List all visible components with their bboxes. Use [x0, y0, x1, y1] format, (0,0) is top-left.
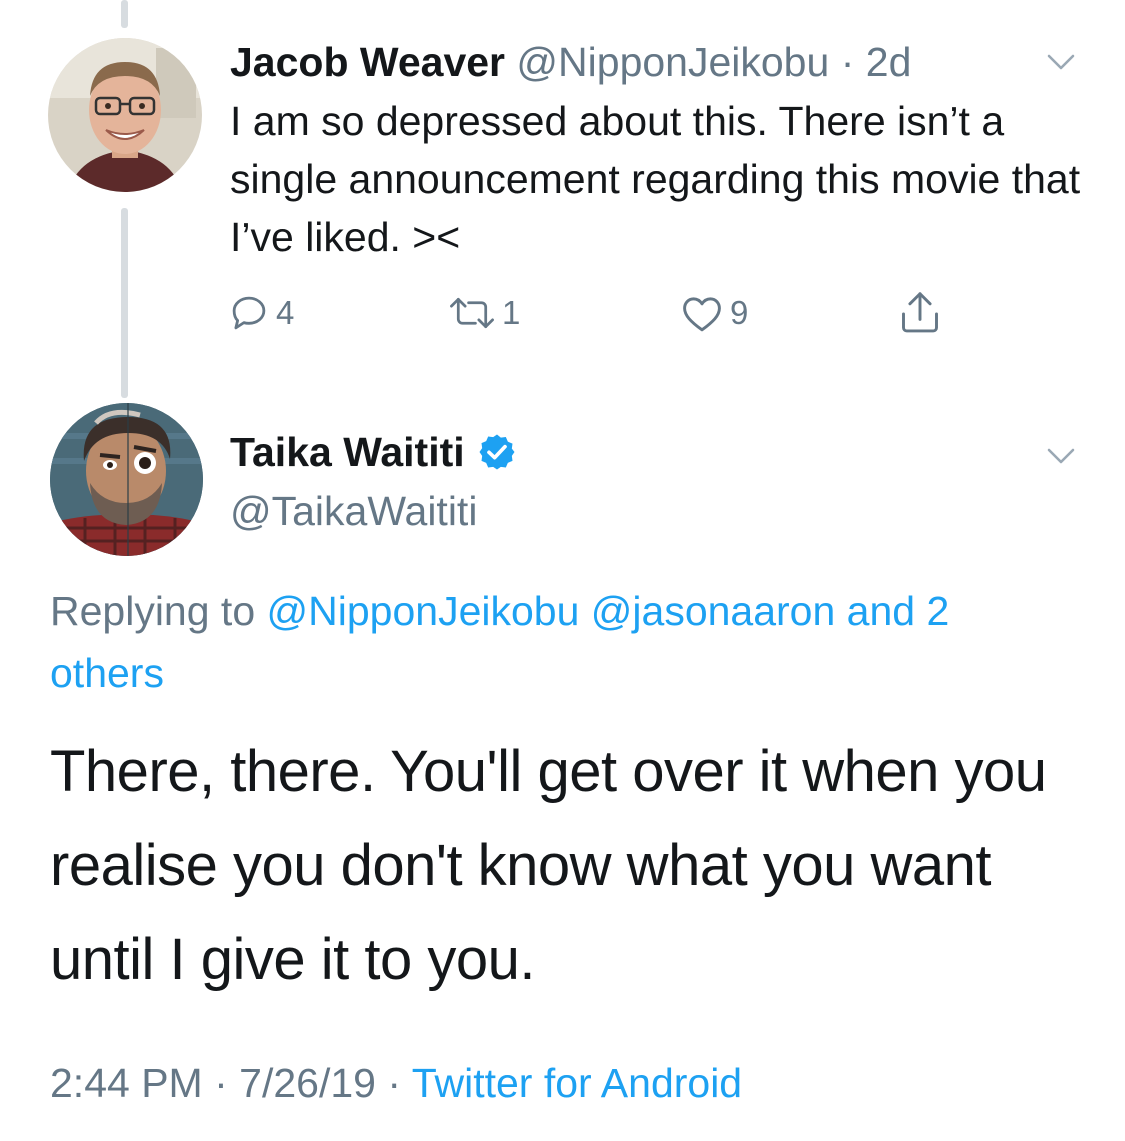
chevron-down-icon — [1047, 54, 1075, 70]
chevron-down-icon — [1047, 448, 1075, 464]
main-tweet-text: There, there. You'll get over it when yo… — [50, 739, 1047, 992]
parent-author-name[interactable]: Jacob Weaver — [230, 39, 505, 85]
parent-author-handle[interactable]: @NipponJeikobu — [516, 39, 829, 85]
tweet-time: 2:44 PM — [50, 1060, 203, 1106]
tweet-meta: 2:44 PM · 7/26/19 · Twitter for Android — [50, 1058, 742, 1108]
main-tweet-menu-button[interactable] — [1046, 446, 1076, 466]
share-icon — [902, 292, 938, 333]
reply-button[interactable]: 4 — [228, 288, 294, 338]
retweet-count: 1 — [502, 294, 521, 331]
tweet-detail-screen: Jacob Weaver @NipponJeikobu · 2d I am so… — [0, 0, 1125, 1141]
retweet-button[interactable]: 1 — [448, 288, 520, 338]
parent-timestamp[interactable]: 2d — [866, 39, 912, 85]
main-tweet-author: Taika Waititi — [230, 428, 517, 476]
avatar-image — [50, 403, 203, 556]
meta-separator: · — [387, 1060, 402, 1106]
parent-tweet-header: Jacob Weaver @NipponJeikobu · 2d — [230, 38, 911, 86]
tweet-date: 7/26/19 — [239, 1060, 376, 1106]
parent-tweet-text: I am so depressed about this. There isn’… — [230, 98, 1081, 260]
meta-separator: · — [214, 1060, 228, 1106]
avatar-image — [48, 38, 202, 192]
main-author-handle[interactable]: @TaikaWaititi — [230, 487, 477, 535]
verified-badge-icon — [477, 432, 517, 472]
header-separator: · — [840, 39, 855, 85]
parent-tweet-menu-button[interactable] — [1046, 52, 1076, 72]
heart-icon — [683, 297, 721, 332]
share-button[interactable] — [898, 288, 942, 338]
replying-to-line: Replying to @NipponJeikobu @jasonaaron a… — [50, 580, 1070, 704]
tweet-source-link[interactable]: Twitter for Android — [412, 1060, 742, 1106]
avatar-jacob-weaver[interactable] — [48, 38, 202, 192]
like-button[interactable]: 9 — [680, 288, 748, 338]
parent-tweet-actions: 4 1 9 — [0, 288, 1125, 338]
main-author-name[interactable]: Taika Waititi — [230, 428, 465, 476]
comment-icon — [232, 296, 266, 330]
reply-count: 4 — [276, 294, 295, 331]
retweet-icon — [450, 297, 494, 329]
like-count: 9 — [730, 294, 749, 331]
thread-line-top — [121, 0, 128, 28]
replying-prefix: Replying to — [50, 588, 256, 634]
avatar-taika-waititi[interactable] — [50, 403, 203, 556]
